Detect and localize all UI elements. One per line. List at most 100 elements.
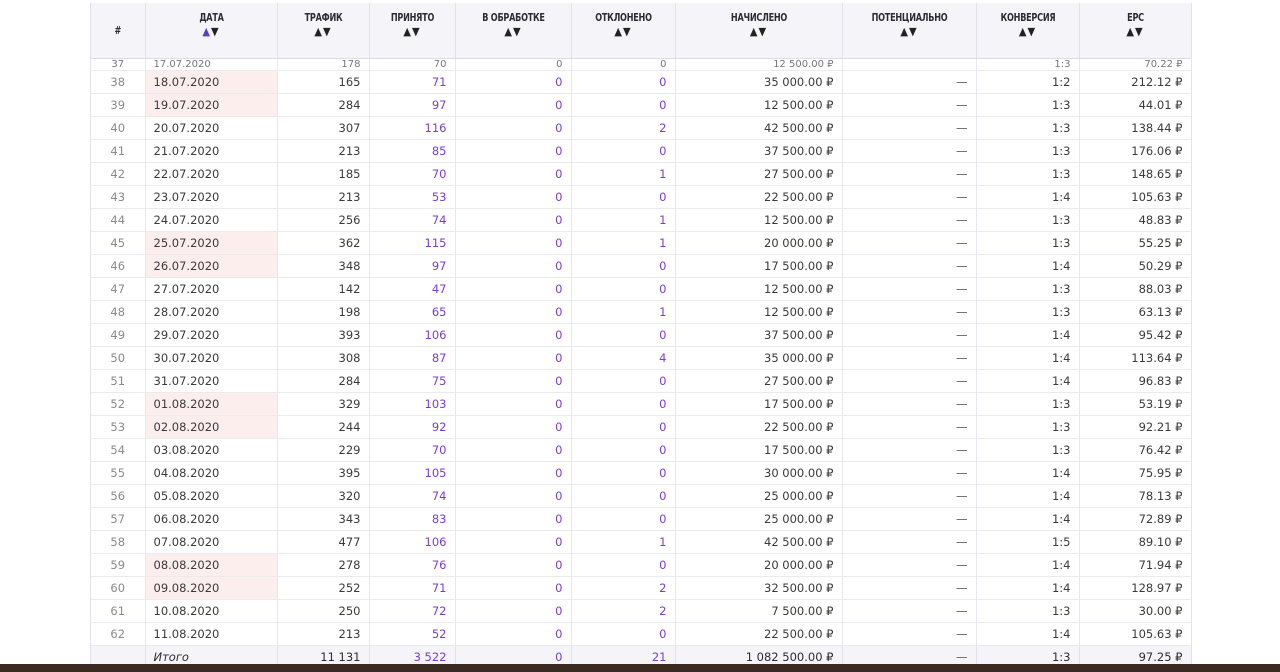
cell-traffic: 308 bbox=[277, 346, 370, 370]
cell-date: 07.08.2020 bbox=[145, 530, 278, 554]
cell-traffic: 213 bbox=[277, 185, 370, 209]
cell-processing: 0 bbox=[455, 553, 572, 577]
sort-asc-icon[interactable]: ▲ bbox=[504, 25, 513, 38]
table-row: 45 25.07.2020 362 115 0 1 20 000.00 ₽ —1:3 55.25… bbox=[91, 231, 1191, 255]
cell-epc: 128.97 ₽ bbox=[1079, 576, 1191, 600]
cell-date: 05.08.2020 bbox=[145, 484, 278, 508]
sort-arrows[interactable]: ▲▼ bbox=[678, 25, 840, 39]
header-potential[interactable]: ПОТЕНЦИАЛЬНО ▲▼ bbox=[842, 3, 977, 59]
cell-conversion: 1:4 bbox=[976, 461, 1080, 485]
cell-accrued: 20 000.00 ₽ bbox=[675, 553, 843, 577]
cell-processing: 0 bbox=[455, 599, 572, 623]
cell-conversion: 1:4 bbox=[976, 369, 1080, 393]
cell-date: 20.07.2020 bbox=[145, 116, 278, 140]
header-epc[interactable]: EPC ▲▼ bbox=[1079, 3, 1191, 59]
cell-num: 40 bbox=[91, 116, 146, 140]
sort-asc-icon[interactable]: ▲ bbox=[750, 25, 759, 38]
cell-conversion: 1:3 bbox=[976, 162, 1080, 186]
cell-processing: 0 bbox=[455, 208, 572, 232]
cell-potential: — bbox=[842, 507, 977, 531]
sort-arrows[interactable]: ▲▼ bbox=[148, 25, 275, 39]
sort-arrows[interactable]: ▲▼ bbox=[458, 25, 569, 39]
bottom-edge bbox=[0, 664, 1280, 672]
sort-asc-icon[interactable]: ▲ bbox=[314, 25, 323, 38]
cell-traffic: 329 bbox=[277, 392, 370, 416]
cell-rejected: 0 bbox=[571, 461, 676, 485]
cell-num: 52 bbox=[91, 392, 146, 416]
cell-conversion: 1:3 bbox=[976, 208, 1080, 232]
sort-desc-icon[interactable]: ▼ bbox=[211, 25, 220, 38]
cell-conversion: 1:4 bbox=[976, 254, 1080, 278]
cell-potential: — bbox=[842, 139, 977, 163]
sort-arrows[interactable]: ▲▼ bbox=[280, 25, 367, 39]
sort-desc-icon[interactable]: ▼ bbox=[412, 25, 421, 38]
sort-asc-icon[interactable]: ▲ bbox=[202, 25, 211, 38]
header-rejected[interactable]: ОТКЛОНЕНО ▲▼ bbox=[571, 3, 676, 59]
sort-arrows[interactable]: ▲▼ bbox=[1082, 25, 1189, 39]
cell-processing: 0 bbox=[455, 139, 572, 163]
header-accepted[interactable]: ПРИНЯТО ▲▼ bbox=[369, 3, 456, 59]
sort-arrows[interactable]: ▲▼ bbox=[574, 25, 673, 39]
sort-arrows[interactable]: ▲▼ bbox=[372, 25, 453, 39]
cell-conversion: 1:3 bbox=[976, 93, 1080, 117]
cell-processing: 0 bbox=[455, 392, 572, 416]
cell-accrued: 37 500.00 ₽ bbox=[675, 323, 843, 347]
cell-conversion: 1:3 bbox=[976, 300, 1080, 324]
cell-processing: 0 bbox=[455, 93, 572, 117]
table-row: 39 19.07.2020 284 97 0 0 12 500.00 ₽ —1:3 44.01 … bbox=[91, 93, 1191, 117]
table-row: 62 11.08.2020 213 52 0 0 22 500.00 ₽ —1:4 105.63… bbox=[91, 622, 1191, 646]
header-date[interactable]: ДАТА ▲▼ bbox=[145, 3, 278, 59]
cell-date: 02.08.2020 bbox=[145, 415, 278, 439]
cell-potential: — bbox=[842, 392, 977, 416]
sort-desc-icon[interactable]: ▼ bbox=[513, 25, 522, 38]
cell-conversion: 1:3 bbox=[976, 58, 1080, 71]
cell-accepted: 97 bbox=[369, 254, 456, 278]
sort-asc-icon[interactable]: ▲ bbox=[614, 25, 623, 38]
table-row: 41 21.07.2020 213 85 0 0 37 500.00 ₽ —1:3 176.06… bbox=[91, 139, 1191, 163]
totals-row: Итого 11 131 3 522 0 21 1 082 500.00 ₽ —… bbox=[91, 645, 1191, 664]
cell-accepted: 85 bbox=[369, 139, 456, 163]
stats-table-container[interactable]: # ДАТА ▲▼ ТРАФИК ▲▼ ПРИНЯТО ▲▼ В ОБРАБОТ… bbox=[90, 3, 1192, 664]
cell-date: 30.07.2020 bbox=[145, 346, 278, 370]
cell-processing: 0 bbox=[455, 277, 572, 301]
sort-asc-icon[interactable]: ▲ bbox=[900, 25, 909, 38]
cell-num: 47 bbox=[91, 277, 146, 301]
sort-arrows[interactable]: ▲▼ bbox=[979, 25, 1077, 39]
sort-desc-icon[interactable]: ▼ bbox=[759, 25, 768, 38]
header-traffic[interactable]: ТРАФИК ▲▼ bbox=[277, 3, 370, 59]
sort-asc-icon[interactable]: ▲ bbox=[1019, 25, 1028, 38]
sort-desc-icon[interactable]: ▼ bbox=[623, 25, 632, 38]
totals-num bbox=[91, 645, 146, 664]
header-conversion[interactable]: КОНВЕРСИЯ ▲▼ bbox=[976, 3, 1080, 59]
sort-desc-icon[interactable]: ▼ bbox=[909, 25, 918, 38]
cell-rejected: 1 bbox=[571, 162, 676, 186]
cell-date: 18.07.2020 bbox=[145, 70, 278, 94]
cell-processing: 0 bbox=[455, 461, 572, 485]
cell-rejected: 0 bbox=[571, 93, 676, 117]
cell-accrued: 32 500.00 ₽ bbox=[675, 576, 843, 600]
cell-accrued: 17 500.00 ₽ bbox=[675, 438, 843, 462]
cell-processing: 0 bbox=[455, 484, 572, 508]
cell-potential: — bbox=[842, 323, 977, 347]
cell-accepted: 87 bbox=[369, 346, 456, 370]
cell-date: 21.07.2020 bbox=[145, 139, 278, 163]
cell-rejected: 2 bbox=[571, 599, 676, 623]
header-processing[interactable]: В ОБРАБОТКЕ ▲▼ bbox=[455, 3, 572, 59]
header-accrued[interactable]: НАЧИСЛЕНО ▲▼ bbox=[675, 3, 843, 59]
sort-desc-icon[interactable]: ▼ bbox=[1028, 25, 1037, 38]
cell-potential: — bbox=[842, 530, 977, 554]
cell-processing: 0 bbox=[455, 254, 572, 278]
sort-asc-icon[interactable]: ▲ bbox=[1126, 25, 1135, 38]
cell-conversion: 1:4 bbox=[976, 346, 1080, 370]
sort-asc-icon[interactable]: ▲ bbox=[403, 25, 412, 38]
sort-arrows[interactable]: ▲▼ bbox=[845, 25, 974, 39]
cell-accrued: 42 500.00 ₽ bbox=[675, 116, 843, 140]
cell-processing: 0 bbox=[455, 300, 572, 324]
sort-desc-icon[interactable]: ▼ bbox=[1135, 25, 1144, 38]
cell-conversion: 1:4 bbox=[976, 576, 1080, 600]
sort-desc-icon[interactable]: ▼ bbox=[323, 25, 332, 38]
cell-traffic: 165 bbox=[277, 70, 370, 94]
cell-epc: 148.65 ₽ bbox=[1079, 162, 1191, 186]
cell-date: 19.07.2020 bbox=[145, 93, 278, 117]
cell-accrued: 35 000.00 ₽ bbox=[675, 70, 843, 94]
